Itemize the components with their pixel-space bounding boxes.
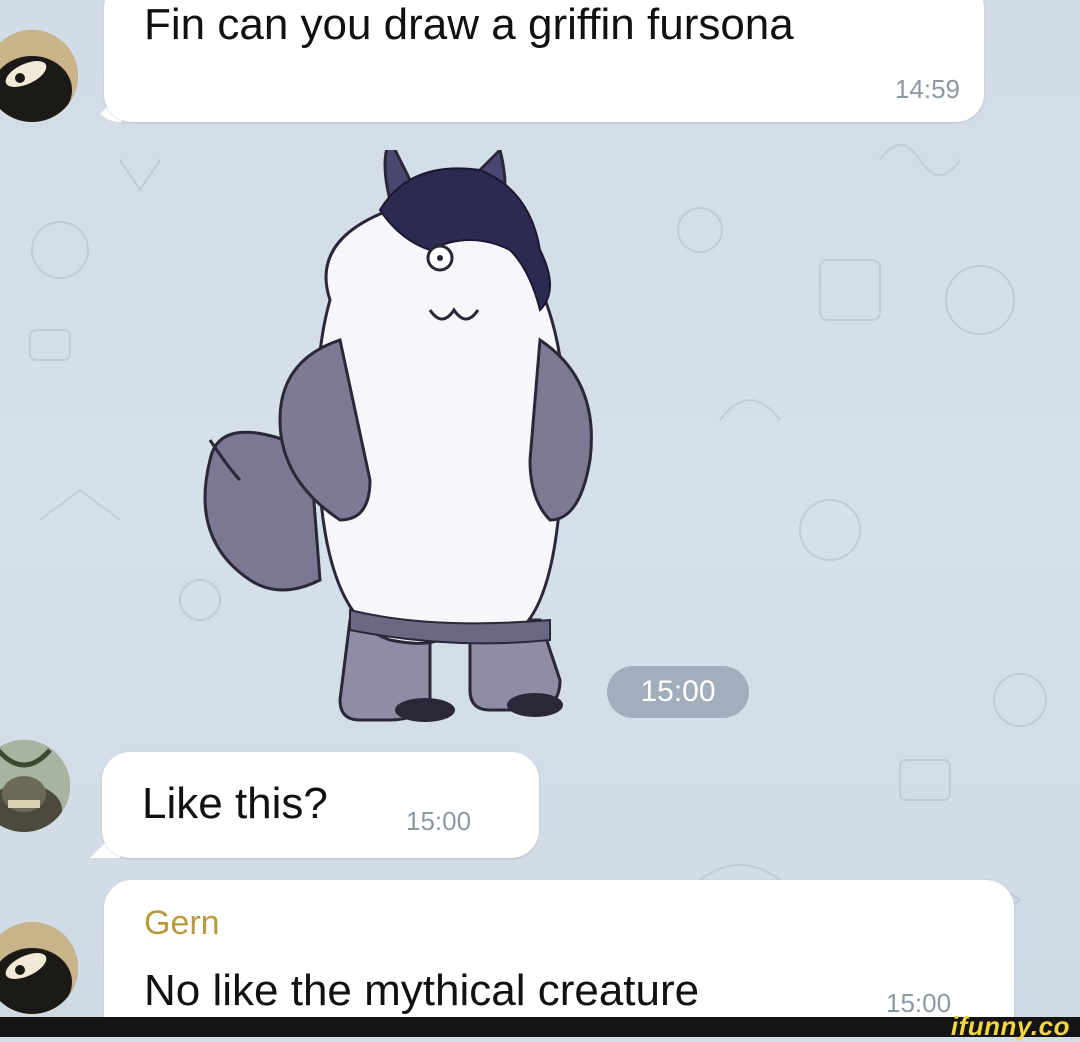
message-bubble-1[interactable]: Fin can you draw a griffin fursona 14:59 xyxy=(104,0,984,122)
sticker-timestamp: 15:00 xyxy=(607,666,749,718)
chat-background: Fin can you draw a griffin fursona 14:59… xyxy=(0,0,1080,1017)
message-time: 15:00 xyxy=(406,806,472,836)
message-bubble-2[interactable]: Like this? 15:00 xyxy=(102,752,539,858)
message-text: No like the mythical creature xyxy=(144,966,700,1015)
message-time: 14:59 xyxy=(894,74,960,104)
watermark-bar xyxy=(0,1017,1080,1037)
griffin-sticker-image[interactable] xyxy=(190,150,610,750)
message-time: 15:00 xyxy=(886,988,952,1017)
ifunny-watermark: ifunny.co xyxy=(950,1011,1070,1041)
message-text: Fin can you draw a griffin fursona xyxy=(144,0,794,49)
sender-name[interactable]: Gern xyxy=(144,904,220,943)
message-text: Like this? xyxy=(142,779,328,828)
message-bubble-3[interactable]: Gern No like the mythical creature 15:00 xyxy=(104,880,1014,1017)
